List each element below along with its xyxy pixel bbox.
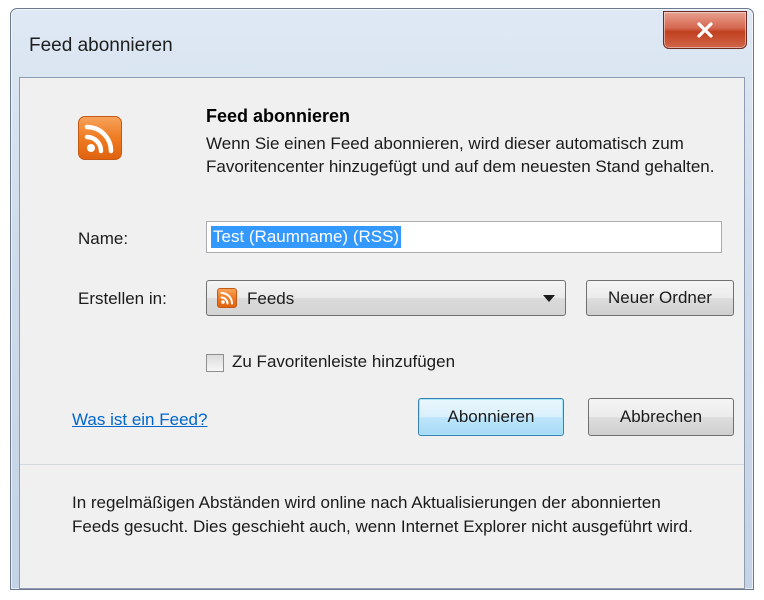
close-icon: [696, 22, 714, 38]
rss-feed-icon: [217, 288, 237, 308]
create-in-label: Erstellen in:: [78, 289, 167, 308]
what-is-feed-link[interactable]: Was ist ein Feed?: [72, 410, 207, 430]
chevron-down-icon: [543, 295, 555, 302]
name-field-value: Test (Raumname) (RSS): [211, 226, 402, 248]
subscribe-button[interactable]: Abonnieren: [418, 398, 564, 436]
rss-feed-icon: [78, 116, 122, 160]
create-in-dropdown[interactable]: Feeds: [206, 280, 566, 316]
favorites-bar-checkbox[interactable]: [206, 354, 224, 372]
dialog-client-area: Feed abonnieren Wenn Sie einen Feed abon…: [19, 77, 745, 589]
cancel-button[interactable]: Abbrechen: [588, 398, 734, 436]
feed-subscribe-dialog: Feed abonnieren Feed abonnieren Wenn Sie…: [10, 8, 754, 590]
new-folder-button[interactable]: Neuer Ordner: [586, 280, 734, 316]
favorites-bar-checkbox-label[interactable]: Zu Favoritenleiste hinzufügen: [232, 352, 455, 372]
dialog-heading: Feed abonnieren: [206, 106, 351, 126]
dialog-info-panel: In regelmäßigen Abständen wird online na…: [20, 465, 744, 588]
dialog-description: Wenn Sie einen Feed abonnieren, wird die…: [206, 134, 715, 176]
title-bar[interactable]: Feed abonnieren: [11, 9, 753, 81]
window-title: Feed abonnieren: [29, 35, 173, 56]
desktop-background: Feed abonnieren Feed abonnieren Wenn Sie…: [0, 0, 764, 600]
name-field[interactable]: Test (Raumname) (RSS): [206, 221, 722, 253]
name-label: Name:: [78, 229, 129, 248]
create-in-value: Feeds: [247, 289, 295, 308]
dialog-main-panel: Feed abonnieren Wenn Sie einen Feed abon…: [20, 78, 744, 464]
close-button[interactable]: [663, 11, 747, 49]
info-text: In regelmäßigen Abständen wird online na…: [72, 493, 693, 536]
